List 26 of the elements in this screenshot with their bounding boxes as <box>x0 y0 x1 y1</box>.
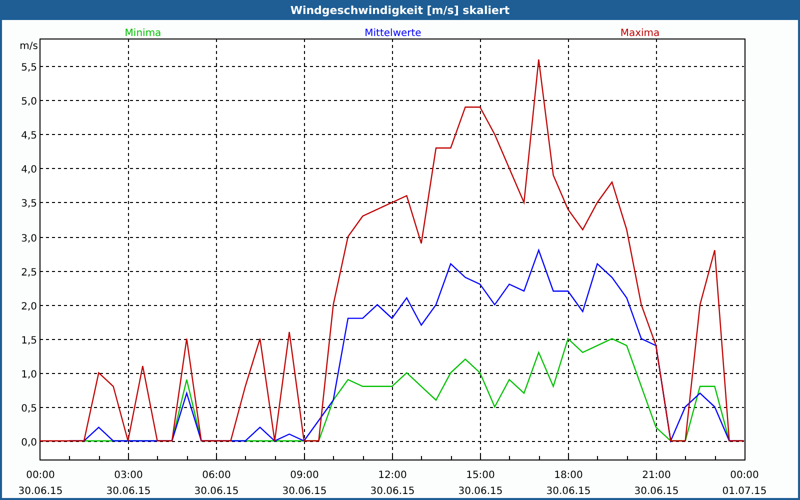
x-tick-label: 12:00 30.06.15 <box>370 470 415 497</box>
x-tick-label: 06:00 30.06.15 <box>194 470 239 497</box>
legend-label: Minima <box>124 28 162 39</box>
y-tick-label: 4,5 <box>21 130 37 142</box>
x-tick-label: 21:00 30.06.15 <box>634 470 679 497</box>
y-tick-label: 1,0 <box>21 370 37 380</box>
y-tick-label: 0,0 <box>21 438 37 448</box>
legend-label: Maxima <box>620 28 660 39</box>
chart-title: Windgeschwindigkeit [m/s] skaliert <box>290 4 510 16</box>
y-tick-label: 5,5 <box>21 62 37 74</box>
y-tick-label: 2,0 <box>21 302 37 312</box>
y-tick-label: 4,0 <box>21 164 37 176</box>
y-tick-label: 5,0 <box>21 96 37 108</box>
y-tick-label: 3,0 <box>21 234 37 244</box>
y-tick-label: 0,5 <box>21 404 37 414</box>
x-tick-label: 18:00 30.06.15 <box>546 470 591 497</box>
x-tick-label: 00:00 30.06.15 <box>18 470 63 497</box>
x-tick-label: 15:00 30.06.15 <box>458 470 503 497</box>
x-tick-label: 03:00 30.06.15 <box>106 470 151 497</box>
y-tick-label: 2,5 <box>21 268 37 278</box>
y-tick-label: 3,5 <box>21 198 37 210</box>
legend-label: Mittelwerte <box>364 28 422 39</box>
y-tick-label: 1,5 <box>21 336 37 346</box>
x-tick-label: 09:00 30.06.15 <box>282 470 327 497</box>
x-tick-label: 00:00 01.07.15 <box>722 470 767 497</box>
y-axis-label: m/s <box>20 41 38 52</box>
